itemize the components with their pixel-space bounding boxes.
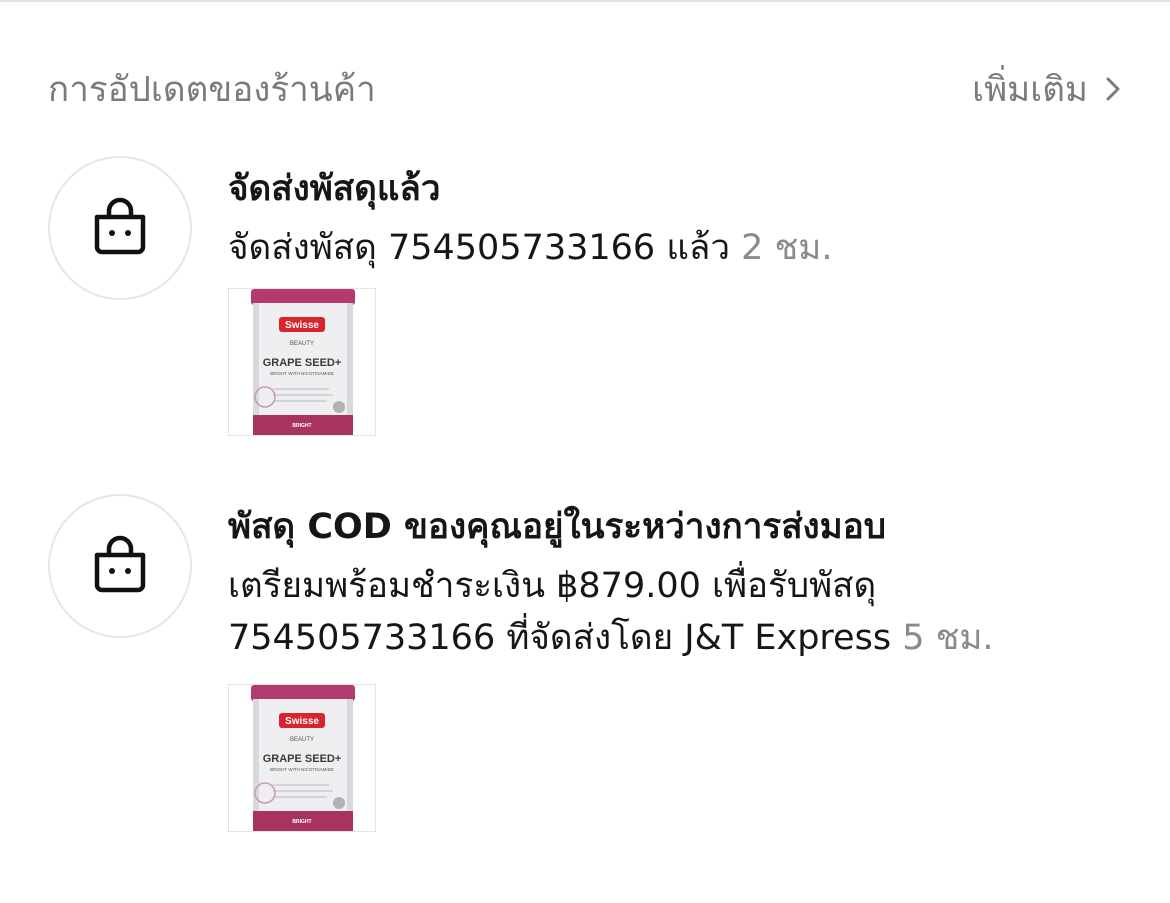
shopping-bag-icon [94, 535, 146, 593]
shopping-bag-icon [94, 197, 146, 255]
update-title: จัดส่งพัสดุแล้ว [228, 169, 441, 209]
shop-avatar [48, 494, 192, 638]
brand-logo: Swisse [285, 716, 319, 727]
update-message: เตรียมพร้อมชำระเงิน ฿879.00 เพื่อรับพัสด… [228, 566, 892, 658]
product-name: GRAPE SEED+ [263, 357, 342, 369]
product-line: BEAUTY [290, 341, 314, 347]
update-message: จัดส่งพัสดุ 754505733166 แล้ว [228, 228, 730, 268]
product-tagline: BRIGHT WITH NICOTINAMIDE [270, 371, 334, 376]
update-time: 5 ชม. [902, 618, 994, 658]
chevron-right-icon [1106, 77, 1120, 101]
update-time: 2 ชม. [741, 228, 833, 268]
update-body: จัดส่งพัสดุ 754505733166 แล้ว 2 ชม. [228, 222, 1140, 274]
product-name: GRAPE SEED+ [263, 753, 342, 765]
brand-logo: Swisse [285, 320, 319, 331]
update-body: เตรียมพร้อมชำระเงิน ฿879.00 เพื่อรับพัสด… [228, 560, 1140, 664]
product-thumbnail[interactable]: Swisse BEAUTY GRAPE SEED+ BRIGHT WITH NI… [228, 288, 376, 436]
update-title: พัสดุ COD ของคุณอยู่ในระหว่างการส่งมอบ [228, 507, 886, 547]
product-line: BEAUTY [290, 737, 314, 743]
product-variant: BRIGHT [292, 819, 311, 825]
shop-avatar [48, 156, 192, 300]
product-variant: BRIGHT [292, 423, 311, 429]
product-image: Swisse BEAUTY GRAPE SEED+ BRIGHT WITH NI… [229, 685, 375, 831]
shop-updates-page: การอัปเดตของร้านค้า เพิ่มเติม จัดส่งพัสด… [0, 0, 1170, 903]
section-title: การอัปเดตของร้านค้า [48, 69, 376, 110]
see-more-link[interactable]: เพิ่มเติม [972, 62, 1124, 117]
product-thumbnail[interactable]: Swisse BEAUTY GRAPE SEED+ BRIGHT WITH NI… [228, 684, 376, 832]
update-text: พัสดุ COD ของคุณอยู่ในระหว่างการส่งมอบ เ… [228, 502, 1140, 664]
update-text: จัดส่งพัสดุแล้ว จัดส่งพัสดุ 754505733166… [228, 164, 1140, 274]
section-header: การอัปเดตของร้านค้า เพิ่มเติม [48, 64, 1124, 114]
product-tagline: BRIGHT WITH NICOTINAMIDE [270, 767, 334, 772]
see-more-label: เพิ่มเติม [972, 69, 1088, 110]
product-image: Swisse BEAUTY GRAPE SEED+ BRIGHT WITH NI… [229, 289, 375, 435]
